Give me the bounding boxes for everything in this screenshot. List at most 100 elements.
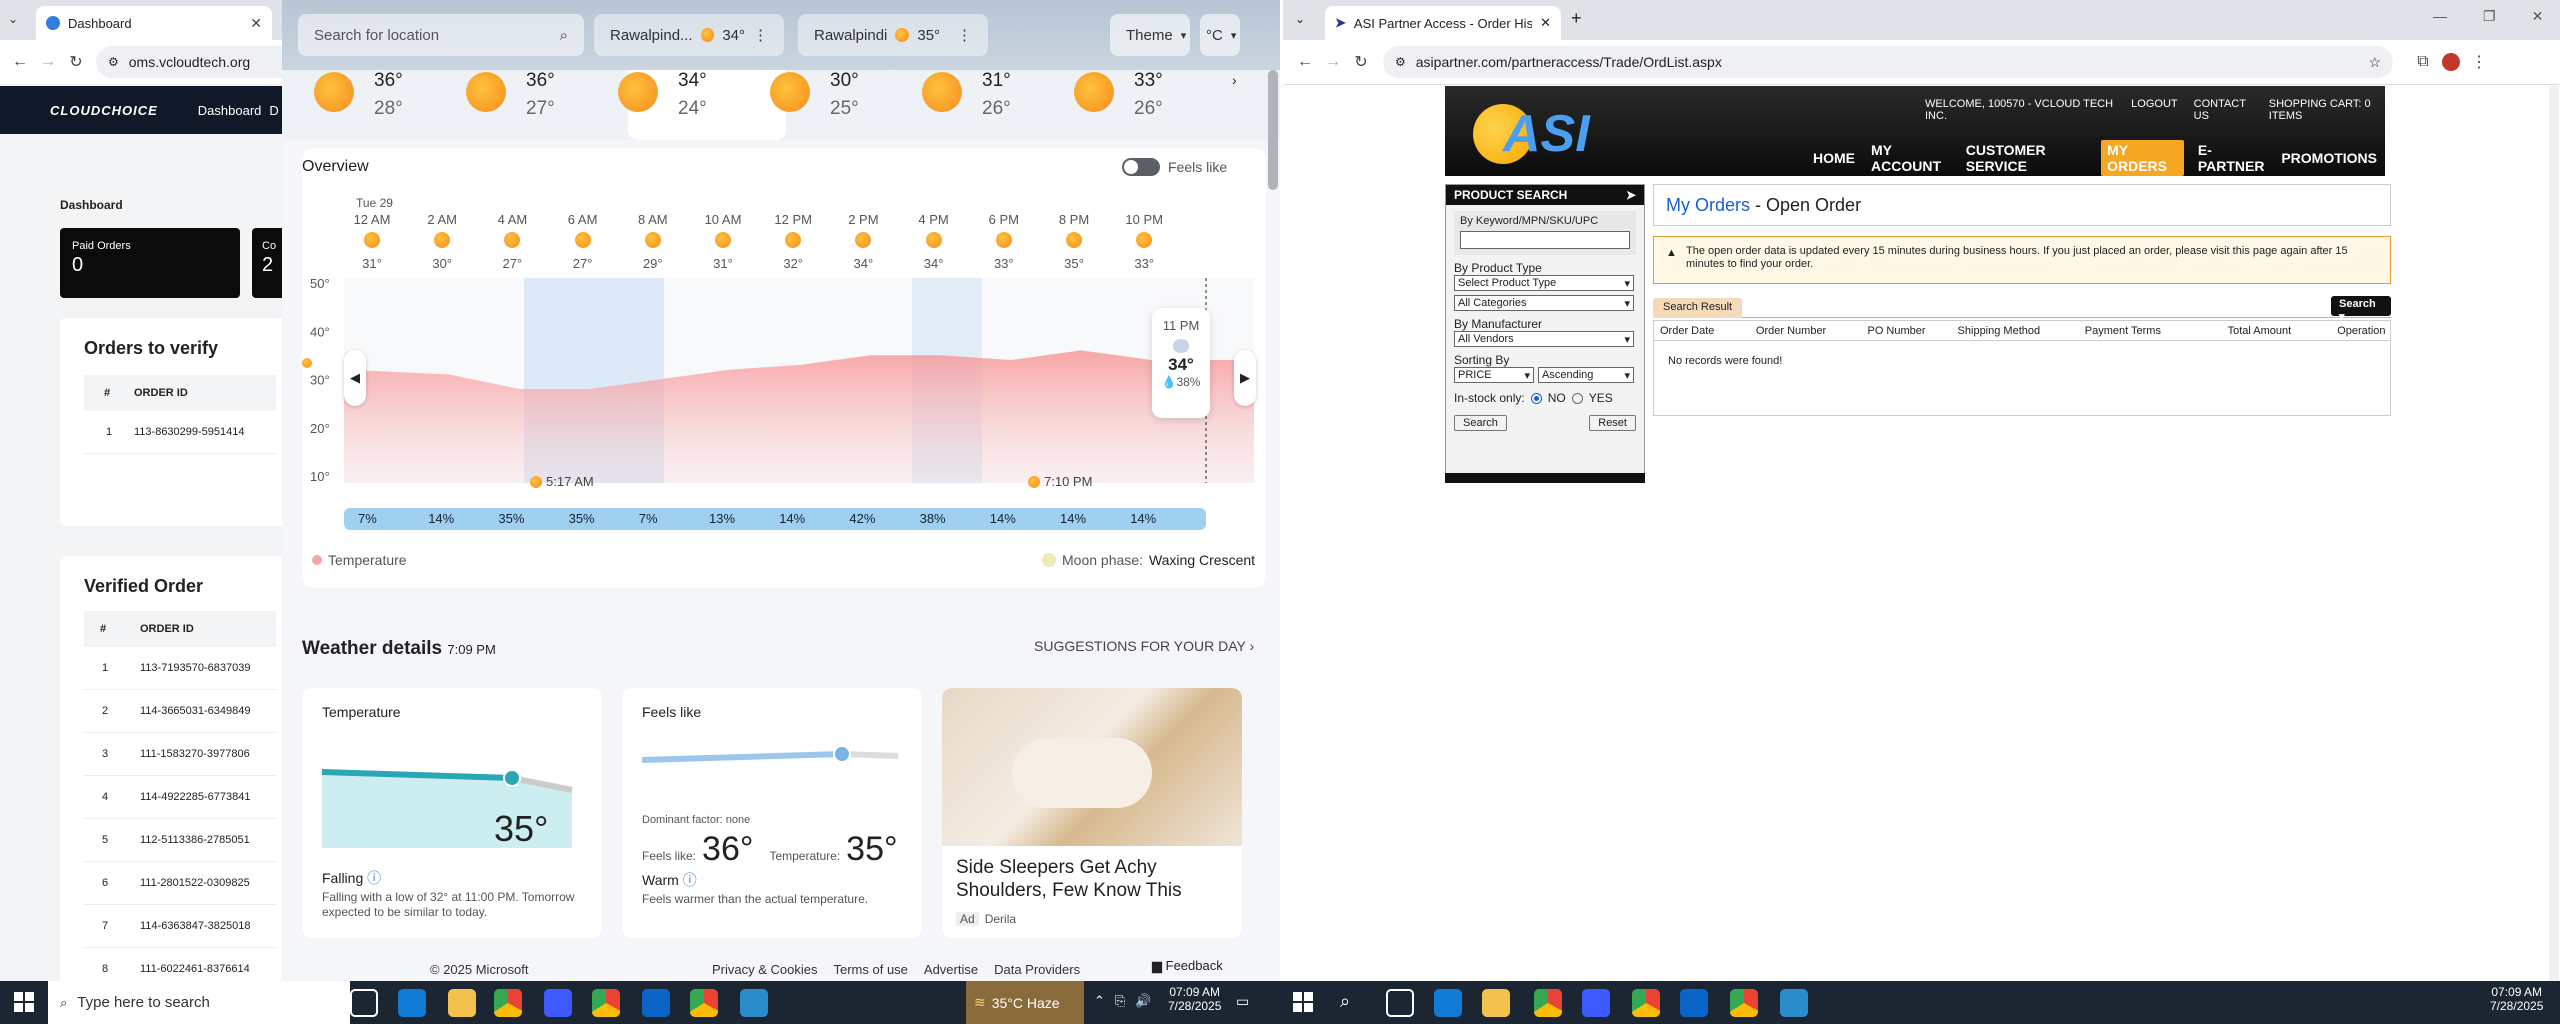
search-icon[interactable]: ⌕ [560,27,568,44]
clock-left[interactable]: 07:09 AM 7/28/2025 [1168,985,1221,1013]
asi-top-link[interactable]: LOGOUT [2131,98,2177,122]
keyword-input[interactable] [1460,231,1630,249]
search-icon[interactable]: ⌕ [1340,991,1350,1012]
vendor-select[interactable]: All Vendors ▾ [1454,331,1634,347]
new-tab-icon[interactable]: + [1571,8,1582,29]
instock-no-radio[interactable] [1530,392,1542,404]
taskbar-weather[interactable]: ≋ 35°C Haze [966,981,1084,1024]
chevron-up-icon[interactable]: ⌃ [1094,993,1105,1009]
reload-icon[interactable]: ↻ [62,48,90,76]
day-forecast[interactable]: 36° 28° [302,70,432,140]
right-url-field[interactable]: ⚙ asipartner.com/partneraccess/Trade/Ord… [1383,46,2393,78]
table-row[interactable]: 3 111-1583270-3977806 [84,733,276,776]
category-select[interactable]: All Categories ▾ [1454,295,1634,311]
zoom-icon[interactable] [1582,989,1610,1017]
chrome-icon[interactable] [1730,989,1758,1017]
app-icon[interactable] [1780,989,1808,1017]
hour-column[interactable]: 6 AM 27° [553,212,613,271]
hour-column[interactable]: 8 PM 35° [1044,212,1104,271]
table-row[interactable]: 4 114-4922285-6773841 [84,776,276,819]
next-hours-button[interactable]: ▶ [1234,350,1256,406]
hour-column[interactable]: 4 AM 27° [482,212,542,271]
hour-column[interactable]: 10 AM 31° [693,212,753,271]
hour-column[interactable]: 12 AM 31° [342,212,402,271]
info-icon[interactable]: ⓘ [367,870,381,886]
table-row[interactable]: 7 114-6363847-3825018 [84,905,276,948]
location-chip-1[interactable]: Rawalpind... 34° ⋮ [594,14,784,56]
hour-column[interactable]: 2 AM 30° [412,212,472,271]
ad-card[interactable]: Side Sleepers Get Achy Shoulders, Few Kn… [942,688,1242,938]
suggestions-link[interactable]: SUGGESTIONS FOR YOUR DAY › [1034,638,1254,654]
product-type-select[interactable]: Select Product Type ▾ [1454,275,1634,291]
start-icon[interactable] [1293,992,1313,1012]
task-view-icon[interactable] [1386,989,1414,1017]
co-card[interactable]: Co 2 [252,228,282,298]
right-scrollbar[interactable] [2549,86,2559,981]
left-url-field[interactable]: ⚙ oms.vcloudtech.org [96,46,296,78]
chrome-icon[interactable] [592,989,620,1017]
restore-icon[interactable]: ❐ [2483,8,2496,25]
tab-dashboard[interactable]: Dashboard ✕ [36,6,272,40]
table-row[interactable]: 8 111-6022461-8376614 [84,948,276,981]
location-chip-2[interactable]: Rawalpindi 35° ⋮ [798,14,988,56]
back-icon[interactable]: ← [6,48,34,76]
feedback-button[interactable]: ▆ Feedback [1152,958,1223,974]
menu-icon[interactable]: ⋮ [2465,48,2493,76]
cc-nav-next[interactable]: D [269,103,278,118]
next-day-arrow-icon[interactable]: › [1232,72,1237,88]
tab-asi-partner[interactable]: ➤ ASI Partner Access - Order Histo ✕ [1325,6,1561,40]
weather-scrollbar[interactable] [1268,70,1278,190]
day-forecast[interactable]: 30° 25° [758,70,888,140]
volume-icon[interactable]: 🔊 [1135,993,1151,1009]
taskbar-search[interactable]: ⌕ Type here to search [48,981,350,1024]
chrome-icon[interactable] [690,989,718,1017]
hour-column[interactable]: 8 AM 29° [623,212,683,271]
footer-link[interactable]: Data Providers [994,962,1080,977]
hour-column[interactable]: 4 PM 34° [904,212,964,271]
file-explorer-icon[interactable] [1482,989,1510,1017]
file-explorer-icon[interactable] [448,989,476,1017]
feels-like-card[interactable]: Feels like Dominant factor: none Feels l… [622,688,922,938]
site-info-icon[interactable]: ⚙ [1395,55,1406,69]
zoom-icon[interactable] [544,989,572,1017]
forward-icon[interactable]: → [34,48,62,76]
table-row[interactable]: 1 113-7193570-6837039 [84,647,276,690]
chrome-icon[interactable] [1632,989,1660,1017]
table-row[interactable]: 1 113-8630299-5951414 [84,411,276,454]
feels-like-toggle[interactable] [1122,158,1160,176]
sidebar-search-button[interactable]: Search [1454,415,1507,431]
instock-yes-radio[interactable] [1571,392,1583,404]
bookmark-star-icon[interactable]: ☆ [2368,54,2381,71]
day-forecast[interactable]: 36° 27° [454,70,584,140]
day-forecast[interactable]: 33° 26° [1062,70,1192,140]
hour-column[interactable]: 10 PM 33° [1114,212,1174,271]
clock-right[interactable]: 07:09 AM 7/28/2025 [2490,985,2543,1013]
tab-list-chevron-icon[interactable]: ⌄ [8,12,18,26]
asi-nav-item[interactable]: CUSTOMER SERVICE [1966,142,2087,174]
close-icon[interactable]: ✕ [250,15,262,32]
hour-column[interactable]: 12 PM 32° [763,212,823,271]
start-icon[interactable] [14,992,34,1012]
search-dropdown-button[interactable]: Search ▾ [2331,296,2391,323]
prev-hours-button[interactable]: ◀ [344,350,366,406]
day-forecast[interactable]: 31° 26° [910,70,1040,140]
task-view-icon[interactable] [350,989,378,1017]
chrome-icon[interactable] [1534,989,1562,1017]
extensions-icon[interactable]: ⧉ [2409,48,2437,76]
sort-order-select[interactable]: Ascending ▾ [1538,367,1634,383]
site-info-icon[interactable]: ⚙ [108,55,119,69]
asi-top-link[interactable]: SHOPPING CART: 0 ITEMS [2269,98,2385,122]
unit-button[interactable]: °C ▾ [1200,14,1240,56]
profile-avatar[interactable] [2437,48,2465,76]
close-window-icon[interactable]: ✕ [2532,8,2544,25]
temperature-card[interactable]: Temperature 35° Falling ⓘ Falling with a… [302,688,602,938]
asi-top-link[interactable]: CONTACT US [2194,98,2253,122]
app-icon[interactable] [740,989,768,1017]
sort-field-select[interactable]: PRICE ▾ [1454,367,1534,383]
paid-orders-card[interactable]: Paid Orders 0 [60,228,240,298]
hour-column[interactable]: 2 PM 34° [833,212,893,271]
hour-column[interactable]: 6 PM 33° [974,212,1034,271]
network-icon[interactable]: ⎘ [1115,993,1125,1009]
back-icon[interactable]: ← [1291,48,1319,76]
cc-logo[interactable]: CLOUDCHOICE [50,103,158,118]
